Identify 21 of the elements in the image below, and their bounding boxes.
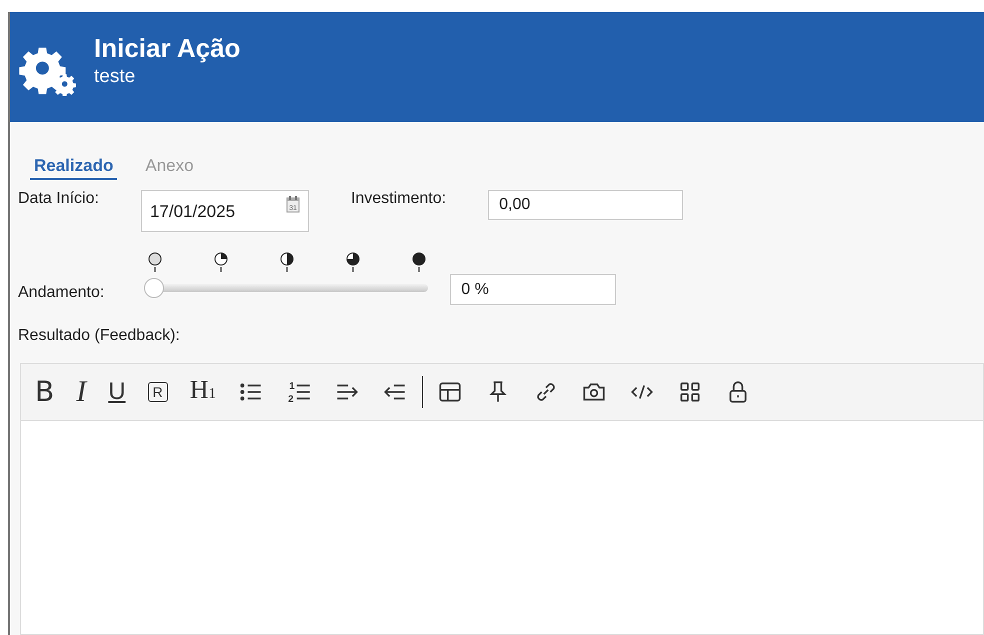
italic-button[interactable]: I <box>76 377 86 407</box>
slider-handle[interactable] <box>144 278 164 298</box>
field-label: Data Início: <box>18 190 99 208</box>
underline-button[interactable]: U <box>108 377 126 407</box>
heading-button[interactable]: H1 <box>190 375 216 409</box>
investment-field[interactable]: 0,00 <box>488 190 684 220</box>
bold-button[interactable]: B <box>35 377 54 407</box>
progress-pie-icon <box>412 252 426 272</box>
tab[interactable]: Realizado <box>30 156 118 180</box>
progress-pie-icon <box>346 252 360 272</box>
progress-pie-icon <box>148 252 162 272</box>
field-label: Investimento: <box>350 190 446 208</box>
field-label: Resultado (Feedback): <box>18 327 181 345</box>
page-subtitle: teste <box>94 66 136 88</box>
progress-pie-icon <box>280 252 294 272</box>
progress-field[interactable]: 0 % <box>450 274 616 305</box>
boxed-r-button[interactable]: R <box>148 382 168 402</box>
progress-slider[interactable] <box>144 278 428 298</box>
progress-pie-icon <box>214 252 228 272</box>
field-label: Andamento: <box>18 284 104 302</box>
page-title: Iniciar Ação <box>94 32 240 64</box>
